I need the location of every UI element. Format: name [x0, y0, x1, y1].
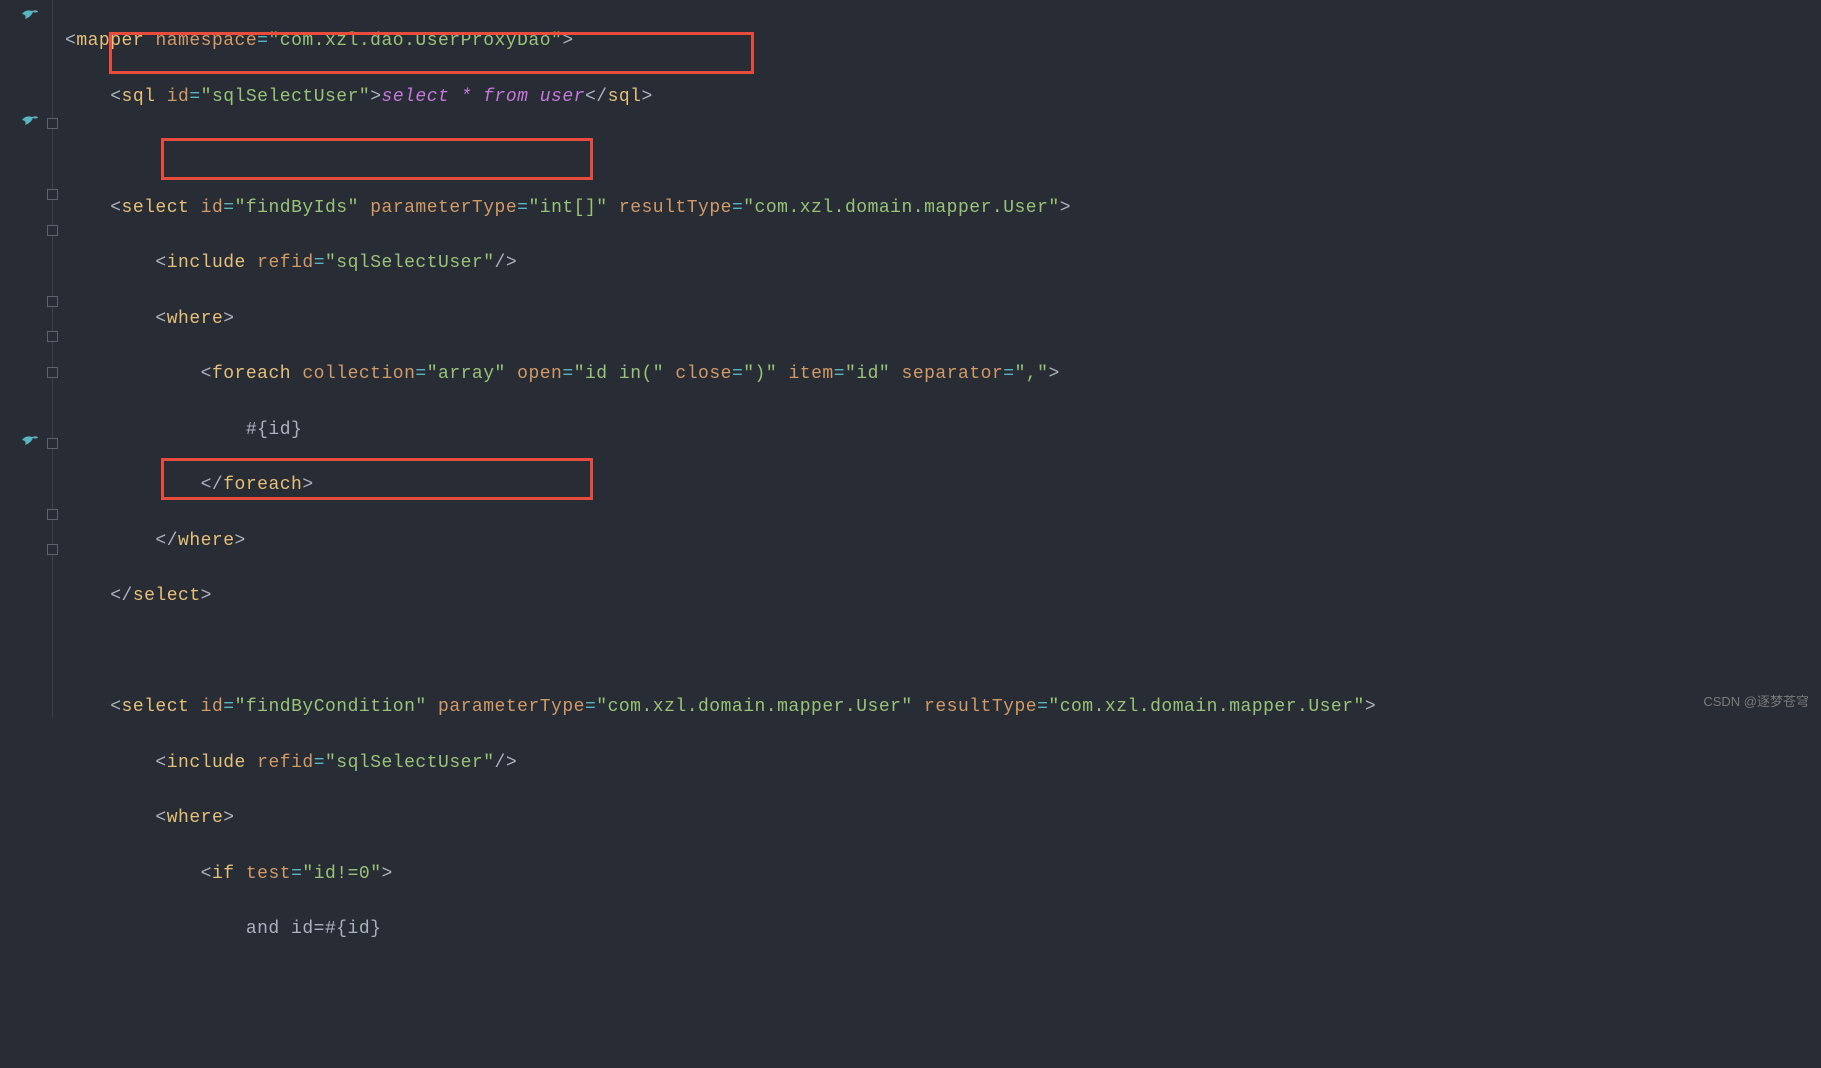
fold-marker[interactable]: [47, 438, 58, 449]
code-line: <where>: [65, 801, 1821, 837]
code-line: <where>: [65, 302, 1821, 338]
code-line: <include refid="sqlSelectUser"/>: [65, 746, 1821, 782]
fold-marker[interactable]: [47, 331, 58, 342]
code-editor[interactable]: <mapper namespace="com.xzl.dao.UserProxy…: [0, 0, 1821, 718]
code-line: <foreach collection="array" open="id in(…: [65, 357, 1821, 393]
watermark: CSDN @逐梦苍穹: [1703, 691, 1809, 710]
fold-marker[interactable]: [47, 225, 58, 236]
fold-marker[interactable]: [47, 118, 58, 129]
mybatis-bird-icon: [20, 432, 42, 450]
code-line: and id=#{id}: [65, 912, 1821, 948]
code-line: [65, 635, 1821, 671]
code-line: <include refid="sqlSelectUser"/>: [65, 246, 1821, 282]
code-line: <mapper namespace="com.xzl.dao.UserProxy…: [65, 24, 1821, 60]
code-line: [65, 135, 1821, 171]
fold-marker[interactable]: [47, 367, 58, 378]
fold-marker[interactable]: [47, 509, 58, 520]
code-line: </foreach>: [65, 468, 1821, 504]
code-line: <select id="findByCondition" parameterTy…: [65, 690, 1821, 726]
code-area[interactable]: <mapper namespace="com.xzl.dao.UserProxy…: [65, 0, 1821, 718]
code-line: <select id="findByIds" parameterType="in…: [65, 191, 1821, 227]
fold-marker[interactable]: [47, 189, 58, 200]
code-line: </select>: [65, 579, 1821, 615]
mybatis-bird-icon: [20, 112, 42, 130]
mybatis-bird-icon: [20, 6, 42, 24]
gutter: [0, 0, 65, 718]
code-line: #{id}: [65, 413, 1821, 449]
code-line: <sql id="sqlSelectUser">select * from us…: [65, 80, 1821, 116]
code-line: <if test="id!=0">: [65, 857, 1821, 893]
code-line: </where>: [65, 524, 1821, 560]
fold-marker[interactable]: [47, 296, 58, 307]
fold-marker[interactable]: [47, 544, 58, 555]
